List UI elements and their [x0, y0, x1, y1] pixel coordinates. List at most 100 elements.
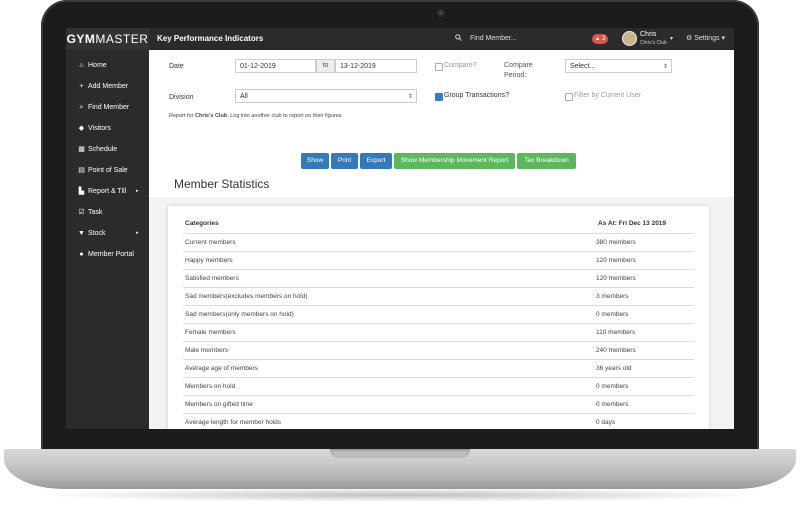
sidebar-item-label: Member Portal [88, 251, 134, 258]
report-icon: ▙ [78, 188, 85, 195]
settings-menu[interactable]: ⚙ Settings ▾ [686, 28, 725, 50]
table-row: Members on hold 0 members [183, 377, 694, 396]
stats-panel: Categories As At: Fri Dec 13 2019 Curren… [168, 206, 709, 429]
row-value: 120 members [596, 257, 636, 264]
row-category: Male members [185, 347, 228, 354]
visitors-icon: ◆ [78, 125, 85, 132]
division-select[interactable]: All ⇕ [235, 89, 417, 103]
membership-movement-button[interactable]: Show Membership Movement Report [394, 153, 515, 169]
filter-user-label: Filter by Current User [574, 92, 641, 99]
date-to-input[interactable]: 13-12-2019 [335, 59, 417, 73]
sidebar-item-label: Visitors [88, 125, 111, 132]
select-arrows-icon: ⇕ [407, 94, 413, 100]
compare-period-select[interactable]: Select... ⇕ [565, 59, 672, 73]
user-name[interactable]: Chris [640, 30, 656, 39]
compare-checkbox[interactable] [435, 63, 443, 71]
col-categories: Categories [185, 220, 219, 227]
sidebar-item-label: Home [88, 62, 107, 69]
avatar[interactable] [622, 31, 637, 46]
sidebar-item-label: Find Member [88, 104, 130, 111]
sidebar-item-visitors[interactable]: ◆ Visitors [66, 118, 149, 139]
print-button[interactable]: Print [331, 153, 358, 169]
row-value: 110 members [596, 329, 636, 336]
compare-period-label-2: Period: [504, 72, 527, 79]
row-category: Current members [185, 239, 236, 246]
sidebar-item-report-till[interactable]: ▙ Report & Till ▸ [66, 181, 149, 202]
date-label: Date [169, 63, 184, 70]
col-as-at: As At: Fri Dec 13 2019 [598, 220, 667, 227]
add-icon: + [79, 83, 84, 90]
chevron-down-icon[interactable]: ▾ [670, 28, 673, 50]
row-category: Happy members [185, 257, 233, 264]
filter-user-checkbox[interactable] [565, 93, 573, 101]
group-transactions-label: Group Transactions? [444, 92, 509, 99]
brand-logo[interactable]: GYMMASTER [66, 28, 149, 50]
pos-icon: ▤ [78, 167, 85, 174]
table-row: Satisfied members 120 members [183, 269, 694, 288]
compare-period-label-1: Compare [504, 62, 533, 69]
settings-label: Settings [694, 35, 720, 42]
compare-period-value: Select... [570, 63, 596, 70]
row-value: 240 members [596, 347, 636, 354]
show-button[interactable]: Show [301, 153, 329, 169]
alert-badge[interactable]: ▲ 3 [592, 34, 608, 44]
sidebar-item-add-member[interactable]: + Add Member [66, 76, 149, 97]
sidebar-item-point-of-sale[interactable]: ▤ Point of Sale [66, 160, 149, 181]
table-row: Current members 380 members [183, 233, 694, 252]
sidebar-item-label: Task [88, 209, 103, 216]
table-row: Members on gifted time 0 members [183, 395, 694, 414]
search-icon[interactable] [455, 34, 462, 41]
table-row: Male members 240 members [183, 341, 694, 360]
user-club: Chris's Club [640, 40, 667, 46]
chevron-right-icon: ▸ [136, 188, 139, 194]
top-bar: GYMMASTER Key Performance Indicators Fin… [66, 28, 734, 50]
sidebar-item-home[interactable]: ⌂ Home [66, 55, 149, 76]
table-row: Happy members 120 members [183, 251, 694, 270]
row-value: 0 days [596, 419, 616, 426]
row-category: Sad members(excludes members on hold) [185, 293, 308, 300]
row-value: 36 years old [596, 365, 632, 372]
calendar-icon: ▦ [78, 146, 85, 153]
row-value: 3 members [596, 293, 629, 300]
row-value: 0 members [596, 383, 629, 390]
home-icon: ⌂ [79, 62, 84, 69]
report-note-prefix: Report for [169, 113, 195, 119]
chevron-right-icon: ▸ [136, 230, 139, 236]
report-note: Report for Chris's Club. Log into anothe… [169, 113, 342, 119]
row-category: Female members [185, 329, 236, 336]
sidebar-item-label: Schedule [88, 146, 118, 153]
report-note-suffix: . Log into another club to report on the… [227, 113, 342, 119]
laptop-lip [330, 449, 470, 458]
row-category: Average age of members [185, 365, 258, 372]
sidebar-item-find-member[interactable]: ⌕ Find Member [66, 97, 149, 118]
sidebar-item-task[interactable]: ☑ Task [66, 202, 149, 223]
tax-breakdown-button[interactable]: Tax Breakdown [517, 153, 576, 169]
sidebar-item-label: Stock [88, 230, 106, 237]
division-label: Division [169, 94, 194, 101]
brand-part-b: MASTER [95, 32, 149, 46]
date-to-addon: to [316, 59, 335, 73]
row-value: 120 members [596, 275, 636, 282]
date-from-input[interactable]: 01-12-2019 [235, 59, 316, 73]
stock-icon: ▼ [78, 230, 85, 237]
sidebar-item-stock[interactable]: ▼ Stock ▸ [66, 223, 149, 244]
search-input[interactable]: Find Member... [470, 28, 517, 50]
table-row: Average age of members 36 years old [183, 359, 694, 378]
section-title: Member Statistics [174, 177, 270, 191]
row-category: Members on hold [185, 383, 236, 390]
sidebar-item-schedule[interactable]: ▦ Schedule [66, 139, 149, 160]
row-value: 0 members [596, 311, 629, 318]
table-row: Sad members(excludes members on hold) 3 m… [183, 287, 694, 306]
compare-label: Compare? [444, 62, 477, 69]
screen: GYMMASTER Key Performance Indicators Fin… [66, 28, 734, 429]
row-category: Sad members(only members on hold) [185, 311, 294, 318]
group-transactions-checkbox[interactable] [435, 93, 443, 101]
table-row: Sad members(only members on hold) 0 membe… [183, 305, 694, 324]
portal-icon: ● [79, 251, 84, 258]
export-button[interactable]: Export [360, 153, 392, 169]
sidebar-item-label: Add Member [88, 83, 129, 90]
sidebar-item-member-portal[interactable]: ● Member Portal [66, 244, 149, 265]
row-value: 380 members [596, 239, 636, 246]
alert-count: 3 [602, 36, 606, 42]
sidebar-item-label: Report & Till [88, 188, 127, 195]
